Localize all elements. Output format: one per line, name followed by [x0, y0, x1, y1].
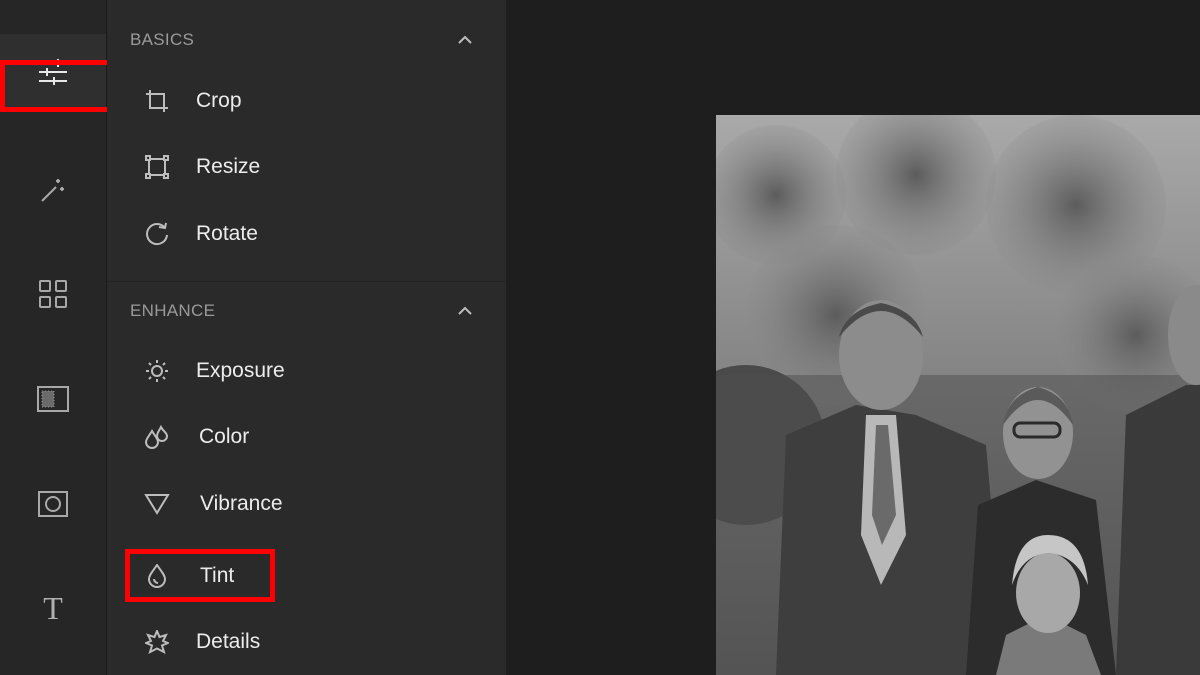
- rail-effects-button[interactable]: [0, 152, 106, 228]
- magic-wand-icon: [41, 179, 64, 202]
- chevron-up-icon[interactable]: [457, 306, 473, 316]
- rail-adjust-button[interactable]: [0, 34, 106, 110]
- tool-tint[interactable]: Tint: [107, 546, 506, 606]
- droplets-icon: [144, 424, 170, 450]
- rail-text-button[interactable]: T: [0, 570, 106, 646]
- tool-resize[interactable]: Resize: [107, 137, 506, 197]
- tool-color[interactable]: Color: [107, 407, 506, 467]
- tool-color-label: Color: [199, 425, 250, 448]
- tool-panel: BASICS Crop Resize Rotate ENHANCE Exposu…: [107, 0, 506, 675]
- enhance-section-header[interactable]: ENHANCE: [107, 291, 506, 331]
- crop-icon: [144, 88, 170, 114]
- tool-vibrance-label: Vibrance: [200, 492, 283, 515]
- tool-rotate[interactable]: Rotate: [107, 204, 506, 264]
- sliders-icon: [39, 59, 67, 85]
- tool-vibrance[interactable]: Vibrance: [107, 474, 506, 534]
- tool-crop-label: Crop: [196, 89, 242, 112]
- rail-frames-button[interactable]: [0, 256, 106, 332]
- tool-tint-label: Tint: [200, 564, 235, 587]
- star-burst-icon: [144, 629, 170, 655]
- section-divider: [107, 281, 506, 282]
- tool-details[interactable]: Details: [107, 612, 506, 672]
- enhance-section-title: ENHANCE: [130, 301, 216, 320]
- text-icon: T: [43, 589, 63, 626]
- rotate-icon: [144, 221, 170, 247]
- triangle-icon: [144, 491, 170, 517]
- tool-crop[interactable]: Crop: [107, 71, 506, 131]
- sun-icon: [144, 358, 170, 384]
- tool-exposure-label: Exposure: [196, 359, 285, 382]
- tool-exposure[interactable]: Exposure: [107, 341, 506, 401]
- rail-texture-button[interactable]: [0, 361, 106, 437]
- photo-preview[interactable]: [716, 115, 1200, 675]
- rail-vignette-button[interactable]: [0, 466, 106, 542]
- drop-icon: [144, 563, 170, 589]
- grid-icon: [39, 280, 67, 308]
- tool-category-rail: T: [0, 0, 107, 675]
- texture-frame-icon: [37, 386, 69, 412]
- basics-section-title: BASICS: [130, 30, 195, 49]
- basics-section-header[interactable]: BASICS: [107, 20, 506, 60]
- vignette-frame-icon: [38, 491, 68, 517]
- chevron-up-icon[interactable]: [457, 35, 473, 45]
- tool-details-label: Details: [196, 630, 261, 653]
- photo-image: [716, 115, 1200, 675]
- resize-icon: [144, 154, 170, 180]
- tool-rotate-label: Rotate: [196, 222, 258, 245]
- tool-resize-label: Resize: [196, 155, 261, 178]
